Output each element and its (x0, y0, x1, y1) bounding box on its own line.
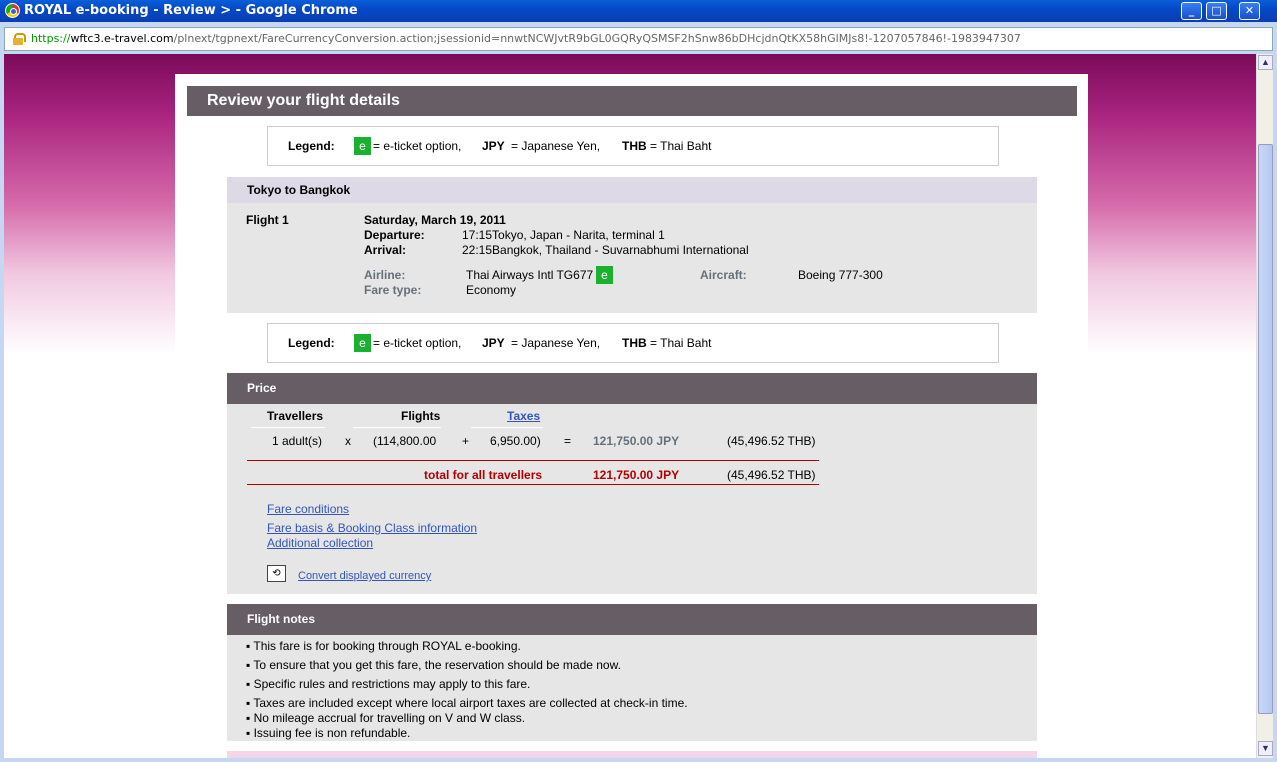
plus-sign: + (462, 434, 470, 448)
minimize-button[interactable]: _ (1181, 2, 1202, 20)
address-bar[interactable]: https://wftc3.e-travel.com/plnext/tgpnex… (4, 27, 1273, 51)
legend-jpy-code: JPY (482, 336, 505, 350)
flight-date: Saturday, March 19, 2011 (364, 213, 506, 227)
lock-icon (13, 33, 26, 45)
legend-label: Legend: (288, 139, 335, 153)
currency-convert-icon[interactable]: ⟲ (267, 565, 286, 582)
legend-thb-code: THB (622, 336, 647, 350)
close-button[interactable]: ✕ (1239, 2, 1260, 20)
title-bar: ROYAL e-booking - Review > - Google Chro… (0, 0, 1277, 22)
col-travellers: Travellers (267, 409, 324, 423)
price-title: Price (227, 373, 1037, 404)
departure-label: Departure: (364, 228, 425, 242)
legend-jpy-text: = Japanese Yen, (511, 336, 601, 350)
note-item: ▪ To ensure that you get this fare, the … (246, 658, 621, 672)
flight-label: Flight 1 (246, 213, 289, 227)
flights-amount: (114,800.00 (373, 434, 437, 448)
window-title: ROYAL e-booking - Review > - Google Chro… (24, 3, 358, 18)
legend-eticket-text: = e-ticket option, (373, 336, 462, 350)
chrome-icon (5, 3, 20, 18)
note-item: ▪ This fare is for booking through ROYAL… (246, 639, 521, 653)
taxes-amount: 6,950.00) (490, 434, 541, 448)
page-viewport: Review your flight details Legend: e = e… (4, 54, 1256, 758)
airline-value: Thai Airways Intl TG677 (466, 268, 594, 282)
grand-total-jpy: 121,750.00 JPY (593, 468, 680, 482)
vertical-scrollbar[interactable]: ▲ ▼ (1256, 54, 1273, 758)
aircraft-value: Boeing 777-300 (798, 268, 883, 282)
eticket-icon: e (596, 266, 613, 284)
fare-type-value: Economy (466, 283, 517, 297)
legend-jpy-code: JPY (482, 139, 505, 153)
total-thb: (45,496.52 THB) (727, 434, 816, 448)
price-section: Price Travellers Flights Taxes 1 adult(s… (227, 373, 1037, 594)
maximize-button[interactable]: □ (1206, 2, 1227, 20)
url-path: /plnext/tgpnext/FareCurrencyConversion.a… (173, 32, 1021, 45)
scroll-thumb[interactable] (1258, 144, 1273, 714)
arrival-label: Arrival: (364, 243, 407, 257)
legend-thb-code: THB (622, 139, 647, 153)
convert-currency-link[interactable]: Convert displayed currency (298, 570, 431, 582)
aircraft-label: Aircraft: (700, 268, 747, 282)
note-item: ▪ Issuing fee is non refundable. (246, 726, 411, 740)
eticket-icon: e (354, 137, 371, 155)
legend-thb-text: = Thai Baht (650, 336, 712, 350)
scroll-up-icon[interactable]: ▲ (1258, 55, 1273, 70)
additional-collection-link[interactable]: Additional collection (267, 536, 373, 550)
note-item: ▪ Taxes are included except where local … (246, 696, 688, 710)
times-sign: x (345, 434, 351, 448)
eticket-icon: e (354, 334, 371, 352)
legend-box: Legend: e = e-ticket option, JPY = Japan… (267, 323, 999, 363)
url-scheme: https:// (31, 32, 71, 45)
taxes-link[interactable]: Taxes (507, 409, 540, 423)
note-item: ▪ No mileage accrual for travelling on V… (246, 711, 526, 725)
notes-section: Flight notes ▪ This fare is for booking … (227, 604, 1037, 741)
flight-section: Tokyo to Bangkok Flight 1 Saturday, Marc… (227, 177, 1037, 313)
arrival-value: 22:15Bangkok, Thailand - Suvarnabhumi In… (462, 243, 749, 257)
scroll-down-icon[interactable]: ▼ (1258, 741, 1273, 756)
legend-jpy-text: = Japanese Yen, (511, 139, 601, 153)
legend-thb-text: = Thai Baht (650, 139, 712, 153)
browser-window: ROYAL e-booking - Review > - Google Chro… (0, 0, 1277, 762)
col-flights: Flights (401, 409, 441, 423)
fare-type-label: Fare type: (364, 283, 422, 297)
page-title: Review your flight details (187, 86, 1077, 116)
note-item: ▪ Specific rules and restrictions may ap… (246, 677, 531, 691)
fare-basis-link[interactable]: Fare basis & Booking Class information (267, 521, 477, 535)
route-title: Tokyo to Bangkok (227, 177, 1037, 203)
departure-value: 17:15Tokyo, Japan - Narita, terminal 1 (462, 228, 665, 242)
airline-label: Airline: (364, 268, 406, 282)
legend-label: Legend: (288, 336, 335, 350)
grand-total-thb: (45,496.52 THB) (727, 468, 816, 482)
url-host: wftc3.e-travel.com (70, 32, 174, 45)
equals-sign: = (564, 434, 572, 448)
legend-eticket-text: = e-ticket option, (373, 139, 462, 153)
total-jpy: 121,750.00 JPY (593, 434, 680, 448)
notes-title: Flight notes (227, 604, 1037, 635)
legend-box: Legend: e = e-ticket option, JPY = Japan… (267, 126, 999, 166)
page-container: Review your flight details Legend: e = e… (175, 74, 1088, 758)
grand-total-label: total for all travellers (424, 468, 543, 482)
fare-conditions-link[interactable]: Fare conditions (267, 502, 349, 516)
travellers-count: 1 adult(s) (272, 434, 323, 448)
